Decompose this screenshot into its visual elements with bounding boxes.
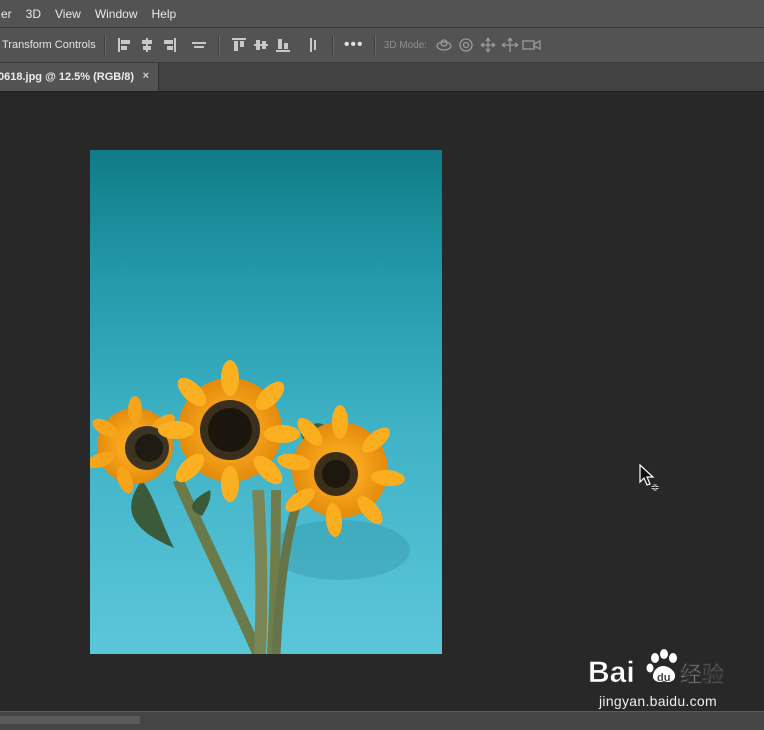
distribute-icon[interactable]	[188, 34, 210, 56]
menu-filter[interactable]: er	[0, 7, 19, 21]
svg-text:经验: 经验	[680, 662, 724, 688]
svg-text:du: du	[657, 672, 670, 684]
document-canvas[interactable]	[0, 92, 764, 710]
align-bottom-edges-icon[interactable]	[272, 34, 294, 56]
align-top-edges-icon[interactable]	[228, 34, 250, 56]
align-vertical-centers-icon[interactable]	[250, 34, 272, 56]
horizontal-scrollbar[interactable]	[0, 711, 764, 730]
align-horizontal-centers-icon[interactable]	[136, 34, 158, 56]
baidu-jingyan-watermark: Bai du 经验 jingyan.baidu.com	[588, 646, 728, 712]
show-transform-controls-label[interactable]: Transform Controls	[0, 39, 96, 51]
orbit-3d-icon[interactable]	[433, 34, 455, 56]
scrollbar-thumb[interactable]	[0, 716, 140, 724]
options-bar: Transform Controls ••• 3D Mode:	[0, 28, 764, 63]
close-icon[interactable]: ×	[143, 70, 149, 82]
menu-bar: er 3D View Window Help	[0, 0, 764, 28]
menu-help[interactable]: Help	[145, 7, 184, 21]
watermark-url: jingyan.baidu.com	[599, 693, 717, 709]
align-right-edges-icon[interactable]	[158, 34, 180, 56]
baidu-logo: Bai du 经验	[588, 649, 724, 689]
menu-window[interactable]: Window	[88, 7, 145, 21]
document-tab-bar: 0618.jpg @ 12.5% (RGB/8) ×	[0, 63, 764, 92]
slide-3d-icon[interactable]	[499, 34, 521, 56]
document-tab-title: 0618.jpg @ 12.5% (RGB/8)	[0, 71, 135, 83]
separator	[103, 35, 106, 55]
sunflower-photo	[90, 150, 442, 654]
scale-3d-camera-icon[interactable]	[521, 34, 543, 56]
distribute-vertical-icon[interactable]	[302, 34, 324, 56]
more-options-icon[interactable]: •••	[342, 34, 366, 56]
drag-3d-icon[interactable]	[477, 34, 499, 56]
separator	[373, 35, 376, 55]
3d-mode-label: 3D Mode:	[383, 39, 428, 51]
separator	[331, 35, 334, 55]
svg-text:Bai: Bai	[588, 656, 635, 689]
menu-view[interactable]: View	[48, 7, 88, 21]
move-cursor-icon	[639, 464, 659, 491]
document-tab[interactable]: 0618.jpg @ 12.5% (RGB/8) ×	[0, 63, 159, 91]
menu-3d[interactable]: 3D	[19, 7, 48, 21]
align-left-edges-icon[interactable]	[114, 34, 136, 56]
separator	[217, 35, 220, 55]
roll-3d-icon[interactable]	[455, 34, 477, 56]
